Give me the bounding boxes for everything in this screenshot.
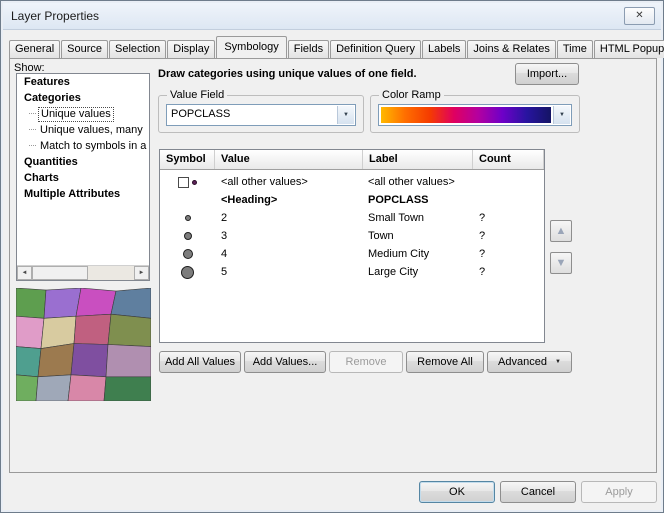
color-ramp-group: Color Ramp ▼	[370, 95, 580, 133]
move-up-button[interactable]: ▲	[550, 220, 572, 242]
table-row[interactable]: 2 Small Town ?	[160, 209, 544, 227]
advanced-button-label: Advanced	[498, 356, 547, 368]
tab-symbology[interactable]: Symbology	[216, 36, 286, 58]
scroll-thumb[interactable]	[32, 266, 88, 280]
color-ramp-dropdown-icon[interactable]: ▼	[553, 106, 570, 124]
advanced-dropdown-icon: ▼	[555, 359, 561, 365]
table-row[interactable]: 5 Large City ?	[160, 263, 544, 281]
symbol-dot-icon	[192, 180, 197, 185]
tree-item-categories[interactable]: Categories	[17, 90, 149, 106]
tab-general[interactable]: General	[9, 40, 60, 58]
tree-hscrollbar[interactable]: ◄ ►	[17, 265, 149, 280]
symbol-dot-icon	[181, 266, 194, 279]
close-icon: ✕	[635, 10, 643, 21]
table-header: Symbol Value Label Count	[160, 150, 544, 170]
col-header-count[interactable]: Count	[473, 150, 544, 169]
count-cell: ?	[473, 230, 544, 242]
tree-item-charts[interactable]: Charts	[17, 170, 149, 186]
tab-definition-query[interactable]: Definition Query	[330, 40, 421, 58]
tree-item-multiple-attributes[interactable]: Multiple Attributes	[17, 186, 149, 202]
instruction-text: Draw categories using unique values of o…	[158, 68, 417, 80]
tab-fields[interactable]: Fields	[288, 40, 329, 58]
ok-button[interactable]: OK	[419, 481, 495, 503]
label-cell: Small Town	[363, 212, 473, 224]
show-tree: Features Categories Unique values Unique…	[16, 73, 150, 281]
scroll-right-icon[interactable]: ►	[134, 266, 149, 280]
tree-item-features[interactable]: Features	[17, 74, 149, 90]
table-row[interactable]: <Heading> POPCLASS	[160, 191, 544, 209]
up-arrow-icon: ▲	[556, 225, 567, 237]
value-field-value: POPCLASS	[171, 108, 230, 120]
layer-properties-dialog: Layer Properties ✕ General Source Select…	[0, 0, 664, 513]
value-cell: 2	[215, 212, 363, 224]
tree-item-unique-values-many[interactable]: Unique values, many	[17, 122, 149, 138]
tab-source[interactable]: Source	[61, 40, 108, 58]
value-field-dropdown-icon[interactable]: ▼	[337, 106, 354, 124]
col-header-symbol[interactable]: Symbol	[160, 150, 215, 169]
symbol-cell	[160, 249, 215, 259]
tab-labels[interactable]: Labels	[422, 40, 466, 58]
symbology-page: Show: Features Categories Unique values …	[9, 58, 657, 473]
values-table: Symbol Value Label Count <all other valu…	[159, 149, 545, 343]
tab-display[interactable]: Display	[167, 40, 215, 58]
add-all-values-button[interactable]: Add All Values	[159, 351, 241, 373]
move-down-button[interactable]: ▼	[550, 252, 572, 274]
import-button[interactable]: Import...	[515, 63, 579, 85]
col-header-label[interactable]: Label	[363, 150, 473, 169]
tree-item-quantities[interactable]: Quantities	[17, 154, 149, 170]
symbol-cell	[160, 215, 215, 221]
symbol-dot-icon	[184, 232, 192, 240]
value-field-group: Value Field POPCLASS ▼	[158, 95, 364, 133]
label-cell: Town	[363, 230, 473, 242]
symbol-dot-icon	[183, 249, 193, 259]
tab-time[interactable]: Time	[557, 40, 593, 58]
col-header-value[interactable]: Value	[215, 150, 363, 169]
count-cell: ?	[473, 212, 544, 224]
tree-item-unique-values[interactable]: Unique values	[17, 106, 149, 122]
value-cell: <Heading>	[215, 194, 363, 206]
value-field-label: Value Field	[167, 89, 227, 101]
cancel-button[interactable]: Cancel	[500, 481, 576, 503]
symbol-cell	[160, 266, 215, 279]
close-button[interactable]: ✕	[624, 7, 655, 25]
tab-html-popup[interactable]: HTML Popup	[594, 40, 664, 58]
down-arrow-icon: ▼	[556, 257, 567, 269]
count-cell: ?	[473, 248, 544, 260]
count-cell: ?	[473, 266, 544, 278]
value-cell: 5	[215, 266, 363, 278]
color-ramp-combobox[interactable]: ▼	[378, 104, 572, 126]
table-body: <all other values> <all other values> <H…	[160, 173, 544, 281]
remove-all-button[interactable]: Remove All	[406, 351, 484, 373]
advanced-button[interactable]: Advanced ▼	[487, 351, 572, 373]
tree-item-match-to-symbols[interactable]: Match to symbols in a	[17, 138, 149, 154]
symbol-cell	[160, 232, 215, 240]
remove-button[interactable]: Remove	[329, 351, 403, 373]
table-row[interactable]: 3 Town ?	[160, 227, 544, 245]
scroll-left-icon[interactable]: ◄	[17, 266, 32, 280]
window-title: Layer Properties	[11, 9, 99, 23]
all-other-values-checkbox[interactable]	[178, 177, 189, 188]
color-ramp-swatch	[381, 107, 551, 123]
symbol-dot-icon	[185, 215, 191, 221]
value-cell: <all other values>	[215, 176, 363, 188]
color-ramp-label: Color Ramp	[379, 89, 444, 101]
value-cell: 3	[215, 230, 363, 242]
add-values-button[interactable]: Add Values...	[244, 351, 326, 373]
table-row[interactable]: 4 Medium City ?	[160, 245, 544, 263]
label-cell: <all other values>	[363, 176, 473, 188]
value-field-combobox[interactable]: POPCLASS ▼	[166, 104, 356, 126]
label-cell: POPCLASS	[363, 194, 473, 206]
apply-button[interactable]: Apply	[581, 481, 657, 503]
tab-selection[interactable]: Selection	[109, 40, 166, 58]
titlebar[interactable]: Layer Properties ✕	[3, 3, 661, 30]
label-cell: Large City	[363, 266, 473, 278]
table-row[interactable]: <all other values> <all other values>	[160, 173, 544, 191]
tab-bar: General Source Selection Display Symbolo…	[9, 37, 657, 58]
symbol-cell	[160, 177, 215, 188]
value-cell: 4	[215, 248, 363, 260]
tab-joins-relates[interactable]: Joins & Relates	[467, 40, 555, 58]
label-cell: Medium City	[363, 248, 473, 260]
map-preview	[16, 288, 151, 401]
